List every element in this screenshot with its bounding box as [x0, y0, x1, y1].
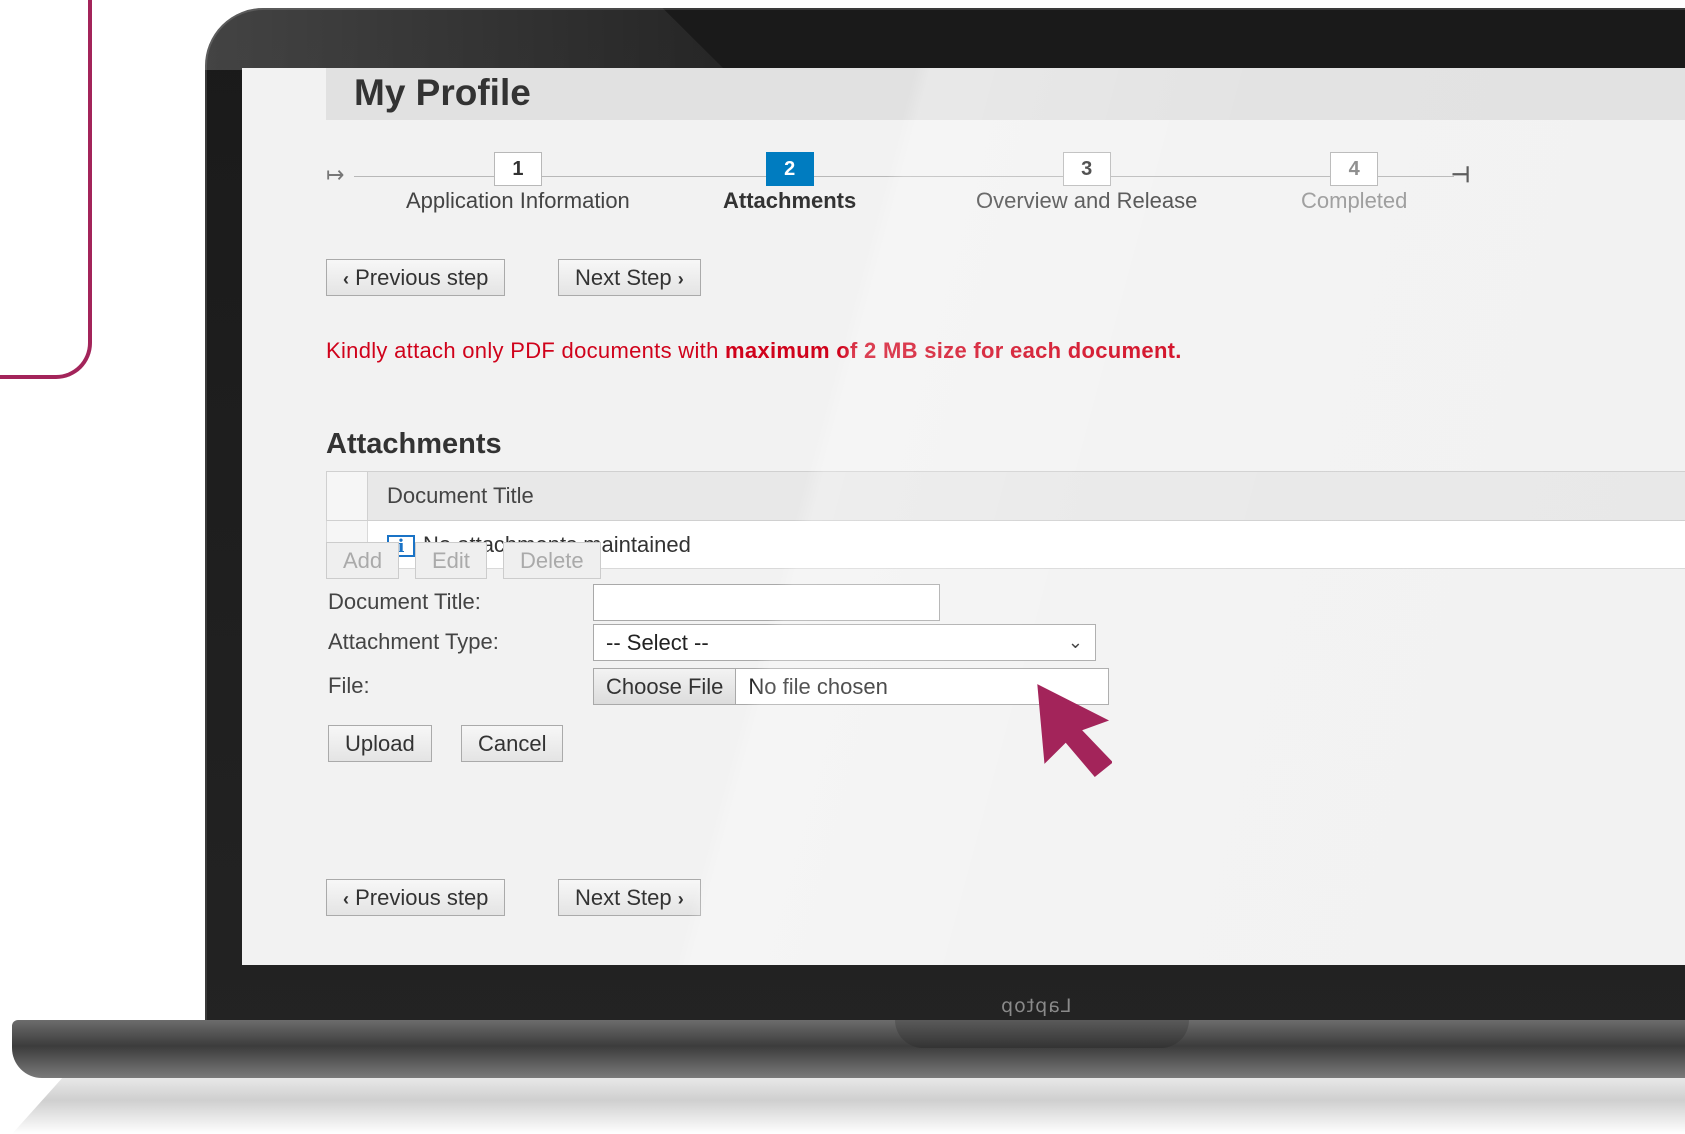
- upload-button[interactable]: Upload: [328, 725, 432, 762]
- chevron-right-icon: ›: [677, 889, 684, 909]
- page-title: My Profile: [354, 72, 531, 113]
- laptop-base: [12, 1020, 1685, 1078]
- laptop-screen: My Profile ↦ ⊣ 1 Application Information…: [242, 68, 1685, 965]
- step-number: 3: [1062, 152, 1111, 186]
- chevron-right-icon: ›: [677, 269, 684, 289]
- laptop-notch: [895, 1020, 1189, 1048]
- file-label: File:: [328, 673, 370, 698]
- lid-glare: [205, 8, 725, 70]
- next-step-button[interactable]: Next Step ›: [558, 259, 701, 296]
- laptop-foot: [12, 1078, 1685, 1134]
- step-label: Completed: [1301, 188, 1408, 213]
- next-step-label: Next Step: [575, 265, 672, 290]
- upload-notice: Kindly attach only PDF documents with ma…: [326, 338, 1182, 364]
- stage: My Profile ↦ ⊣ 1 Application Information…: [0, 0, 1685, 1134]
- chevron-left-icon: ‹: [343, 269, 349, 289]
- add-button[interactable]: Add: [326, 542, 400, 579]
- previous-step-button[interactable]: ‹ Previous step: [326, 259, 506, 296]
- delete-button[interactable]: Delete: [503, 542, 601, 579]
- step-label: Application Information: [406, 188, 630, 213]
- step-label: Overview and Release: [976, 188, 1198, 213]
- next-step-label: Next Step: [575, 885, 672, 910]
- row-selector-header: [326, 471, 368, 521]
- table-header-row: Document Title: [326, 471, 1685, 521]
- step-label: Attachments: [723, 188, 857, 213]
- previous-step-button-bottom[interactable]: ‹ Previous step: [326, 879, 506, 916]
- roadmap-end-icon: ⊣: [1451, 162, 1471, 187]
- document-title-input[interactable]: [593, 584, 940, 621]
- step-number: 2: [765, 152, 814, 186]
- attachment-type-label: Attachment Type:: [328, 629, 499, 654]
- document-title-label: Document Title:: [328, 589, 481, 614]
- roadmap-step-3[interactable]: 3 Overview and Release: [976, 152, 1197, 214]
- attachment-type-value: -- Select --: [606, 630, 709, 655]
- laptop-brand-label: Laptop: [1000, 995, 1072, 1017]
- step-number: 4: [1330, 152, 1379, 186]
- roadmap-step-2[interactable]: 2 Attachments: [723, 152, 856, 214]
- cursor-arrow-icon: [1037, 684, 1112, 778]
- cancel-button[interactable]: Cancel: [461, 725, 564, 762]
- roadmap-step-4: 4 Completed: [1301, 152, 1407, 214]
- attachments-section-title: Attachments: [326, 428, 502, 460]
- title-bar: My Profile: [326, 68, 1685, 120]
- notice-text-1: Kindly attach only PDF documents with: [326, 338, 726, 363]
- previous-step-label: Previous step: [355, 885, 489, 910]
- choose-file-button[interactable]: Choose File: [594, 669, 737, 704]
- column-header-document-title[interactable]: Document Title: [367, 471, 1685, 521]
- attachment-type-select[interactable]: -- Select -- ⌄: [593, 624, 1096, 661]
- file-status: No file chosen: [748, 674, 888, 699]
- callout-frame: [0, 0, 92, 379]
- chevron-down-icon: ⌄: [1067, 632, 1083, 652]
- step-number: 1: [493, 152, 542, 186]
- previous-step-label: Previous step: [355, 265, 489, 290]
- chevron-left-icon: ‹: [343, 889, 349, 909]
- roadmap: ↦ ⊣ 1 Application Information 2 Attachme…: [326, 152, 1526, 232]
- next-step-button-bottom[interactable]: Next Step ›: [558, 879, 701, 916]
- notice-text-2: maximum of 2 MB size for each document.: [725, 338, 1182, 363]
- edit-button[interactable]: Edit: [415, 542, 487, 579]
- roadmap-start-icon: ↦: [326, 162, 345, 187]
- roadmap-step-1[interactable]: 1 Application Information: [406, 152, 630, 214]
